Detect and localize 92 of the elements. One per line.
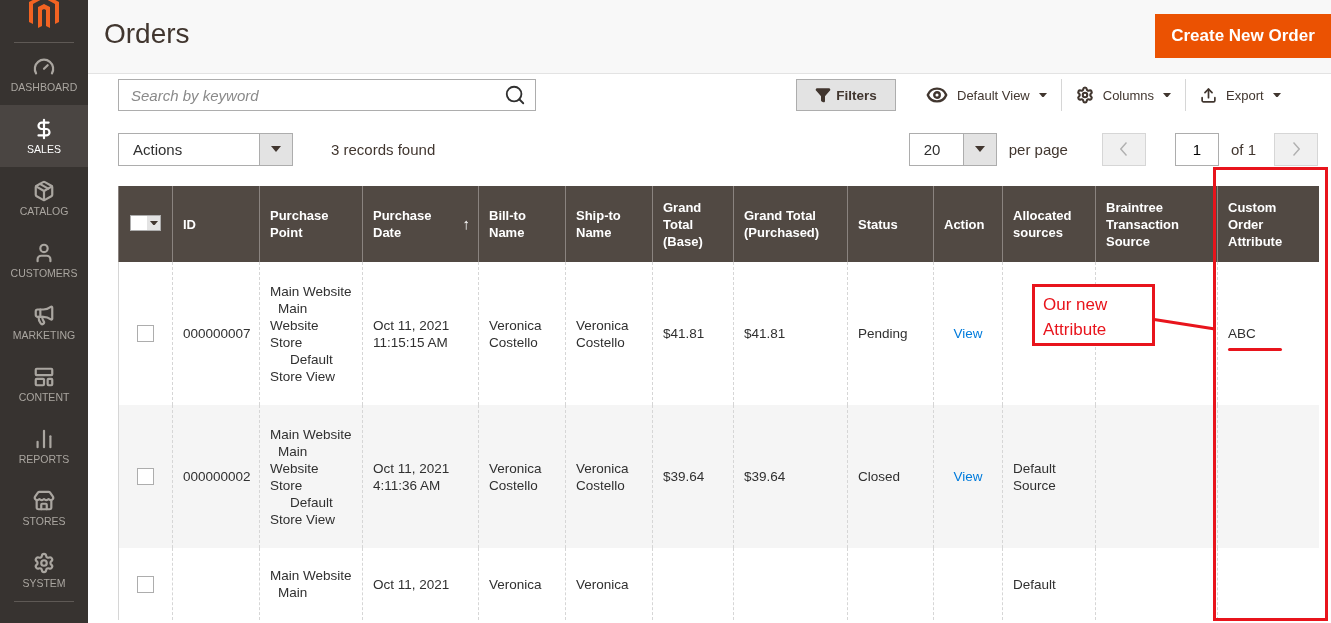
search-field[interactable]: Search by keyword <box>118 79 536 111</box>
caret-icon <box>1163 92 1172 98</box>
cell-text: Veronica Costello <box>576 460 629 493</box>
settings-icon <box>1075 86 1094 104</box>
search-icon[interactable] <box>504 84 526 106</box>
page-input[interactable]: 1 <box>1174 132 1219 166</box>
caret-icon <box>1038 92 1047 98</box>
column-header[interactable]: Braintree Transaction Source <box>1095 186 1218 262</box>
eye-icon <box>926 84 948 106</box>
row-checkbox[interactable] <box>137 325 154 343</box>
bar-chart-icon <box>33 427 55 450</box>
megaphone-icon <box>33 303 55 326</box>
sidebar-item[interactable]: DASHBOARD <box>0 43 88 105</box>
cell-text: Veronica <box>489 576 542 592</box>
sidebar-item[interactable]: SALES <box>0 105 88 167</box>
purchase-point-text: Main Website Store <box>270 442 320 494</box>
person-icon <box>33 241 55 264</box>
per-page-select[interactable]: 20 <box>908 132 997 166</box>
layout-icon <box>33 365 55 388</box>
column-header[interactable]: Purchase Date ↑ <box>362 186 479 262</box>
column-header[interactable]: Grand Total (Base) <box>652 186 734 262</box>
cell-text: ABC <box>1228 326 1256 341</box>
sidebar-item[interactable]: MARKETING <box>0 291 88 353</box>
callout-note: Our new Attribute <box>1032 284 1155 346</box>
cell-text: 000000002 <box>183 469 251 484</box>
view-dropdown[interactable]: Default View <box>912 79 1061 111</box>
underline-mark <box>1228 348 1282 351</box>
funnel-icon <box>815 87 832 103</box>
row-checkbox[interactable] <box>137 575 154 593</box>
purchase-point-text: Main Website <box>270 282 352 300</box>
filters-button[interactable]: Filters <box>796 79 896 111</box>
purchase-point-text: Main Website Store <box>270 299 320 351</box>
caret-icon <box>271 146 281 152</box>
column-header[interactable]: Purchase Point <box>259 186 363 262</box>
sort-arrow[interactable]: ↑ <box>462 215 470 232</box>
column-header[interactable]: ID <box>172 186 260 262</box>
sidebar-item[interactable]: CUSTOMERS <box>0 229 88 291</box>
cell-text: Closed <box>858 469 901 484</box>
column-header[interactable]: Allocated sources <box>1002 186 1096 262</box>
cell-text: $41.81 <box>744 326 786 341</box>
cell-text: Veronica <box>576 576 629 592</box>
create-order-button[interactable]: Create New Order <box>1155 14 1331 58</box>
actions-select[interactable]: Actions <box>118 132 293 166</box>
export-dropdown[interactable]: Export <box>1185 79 1295 111</box>
cell-text: $39.64 <box>663 469 705 484</box>
cell-text: Default <box>1013 576 1056 592</box>
column-header[interactable]: Action <box>933 186 1003 262</box>
purchase-point-text: Main Website <box>270 567 352 584</box>
column-header[interactable]: Grand Total (Purchased) <box>733 186 848 262</box>
view-link[interactable]: View <box>953 469 983 484</box>
cell-text: Pending <box>858 326 908 341</box>
mass-select[interactable] <box>130 215 161 231</box>
cell-text: Veronica Costello <box>576 317 629 350</box>
cell-text: Oct 11, 2021 4:11:36 AM <box>373 460 450 493</box>
cell-text: Oct 11, 2021 11:15:15 AM <box>373 317 450 350</box>
cell-text: $39.64 <box>744 469 786 484</box>
row-checkbox[interactable] <box>137 468 154 486</box>
per-page-label: per page <box>1008 140 1068 158</box>
settings-icon <box>33 551 55 574</box>
chevron-left-icon <box>1120 142 1128 156</box>
sidebar-item[interactable]: CONTENT <box>0 353 88 415</box>
records-count: 3 records found <box>331 140 436 158</box>
sidebar-item[interactable]: CATALOG <box>0 167 88 229</box>
purchase-point-text: Main <box>277 584 309 601</box>
sidebar-item[interactable]: REPORTS <box>0 415 88 477</box>
sidebar-item[interactable]: STORES <box>0 477 88 539</box>
columns-dropdown[interactable]: Columns <box>1060 79 1186 111</box>
purchase-point-text: Main Website <box>270 425 352 443</box>
view-link[interactable]: View <box>953 326 983 341</box>
logo-icon[interactable] <box>29 0 59 28</box>
cell-text: Oct 11, 2021 <box>373 576 450 592</box>
upload-icon <box>1200 86 1218 104</box>
cell-text: 000000007 <box>183 326 251 341</box>
cell-text: Veronica Costello <box>489 317 542 350</box>
column-header[interactable]: Bill-to Name <box>478 186 566 262</box>
column-header[interactable]: Ship-to Name <box>565 186 653 262</box>
chevron-right-icon <box>1292 142 1300 156</box>
page-count: of 1 <box>1230 140 1256 158</box>
caret-icon <box>1272 92 1281 98</box>
column-header[interactable]: Custom Order Attribute <box>1217 186 1319 262</box>
caret-icon <box>974 146 985 152</box>
cell-text: $41.81 <box>663 326 705 341</box>
box-icon <box>33 179 55 202</box>
purchase-point-text: Default Store View <box>270 493 337 528</box>
sidebar-item[interactable]: SYSTEM <box>0 539 88 601</box>
purchase-point-text: Default Store View <box>270 350 337 385</box>
cell-text: Veronica Costello <box>489 460 542 493</box>
caret-icon <box>149 220 158 226</box>
page-title: Orders <box>104 18 190 50</box>
cell-text: Default Source <box>1013 460 1056 493</box>
storefront-icon <box>33 489 55 512</box>
column-header[interactable]: Status <box>847 186 934 262</box>
